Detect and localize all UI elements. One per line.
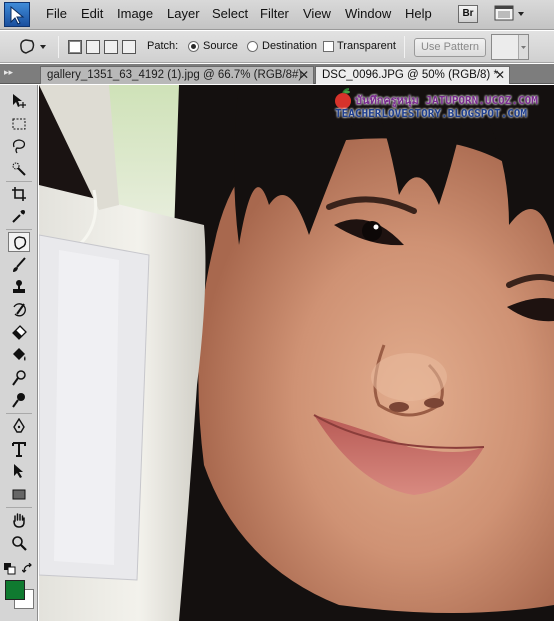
source-label: Source: [203, 40, 238, 52]
quick-selection-tool-icon: [12, 162, 26, 176]
collapse-panel-icon[interactable]: ▸▸: [4, 67, 13, 78]
tab-label: DSC_0096.JPG @ 50% (RGB/8) *: [322, 69, 498, 81]
brush-tool[interactable]: [8, 255, 30, 275]
tools-panel: [0, 85, 38, 621]
path-selection-tool-icon: [14, 464, 23, 478]
document-canvas[interactable]: บันทึกครูหนุ่ม JATUPORN.UCOZ.COM TEACHER…: [39, 85, 554, 621]
history-brush-tool[interactable]: [8, 300, 30, 320]
zoom-tool[interactable]: [8, 533, 30, 553]
close-icon[interactable]: ✕: [299, 67, 309, 83]
use-pattern-button[interactable]: Use Pattern: [414, 38, 486, 57]
lasso-tool[interactable]: [8, 136, 30, 156]
menu-image[interactable]: Image: [117, 6, 153, 21]
hand-tool-icon: [13, 513, 25, 528]
move-tool[interactable]: [8, 91, 30, 111]
patch-tool[interactable]: [8, 232, 30, 252]
menu-edit[interactable]: Edit: [81, 6, 103, 21]
brush-tool-icon: [13, 257, 26, 272]
destination-radio[interactable]: [247, 41, 258, 52]
menu-select[interactable]: Select: [212, 6, 248, 21]
options-divider: [58, 36, 59, 58]
type-tool-icon: [12, 442, 26, 457]
transparent-checkbox[interactable]: [323, 41, 334, 52]
sponge-tool-icon: [12, 393, 25, 408]
pen-tool-icon: [13, 418, 25, 433]
chevron-down-icon: [518, 35, 528, 59]
rectangle-tool[interactable]: [8, 484, 30, 504]
hand-tool[interactable]: [8, 510, 30, 530]
marquee-tool[interactable]: [8, 114, 30, 134]
sponge-tool[interactable]: [8, 390, 30, 410]
menu-view[interactable]: View: [303, 6, 331, 21]
quick-selection-tool[interactable]: [8, 159, 30, 179]
lasso-tool-icon: [12, 139, 26, 154]
paint-bucket-tool[interactable]: [8, 345, 30, 365]
tool-separator: [6, 413, 32, 414]
tab-gallery-document[interactable]: gallery_1351_63_4192 (1).jpg @ 66.7% (RG…: [40, 66, 314, 84]
path-selection-tool[interactable]: [8, 461, 30, 481]
document-tab-bar: ▸▸ gallery_1351_63_4192 (1).jpg @ 66.7% …: [0, 64, 554, 84]
watermark: บันทึกครูหนุ่ม JATUPORN.UCOZ.COM TEACHER…: [331, 85, 546, 125]
new-selection-button[interactable]: [68, 40, 82, 54]
default-colors-icon[interactable]: [4, 563, 16, 578]
dodge-tool[interactable]: [8, 368, 30, 388]
tool-separator: [6, 181, 32, 182]
arrow-cursor-icon: [10, 6, 25, 25]
bridge-button[interactable]: Br: [458, 5, 478, 23]
clone-stamp-tool-icon: [13, 280, 25, 293]
patch-tool-icon: [14, 236, 27, 250]
pattern-picker[interactable]: [491, 34, 529, 60]
options-divider: [404, 36, 405, 58]
screen-mode-button[interactable]: [494, 4, 528, 24]
crop-tool-icon: [12, 187, 26, 201]
marquee-tool-icon: [12, 118, 26, 130]
tool-preset-picker[interactable]: [18, 37, 48, 60]
menu-bar: File Edit Image Layer Select Filter View…: [0, 0, 554, 30]
menu-layer[interactable]: Layer: [167, 6, 200, 21]
eraser-tool[interactable]: [8, 322, 30, 342]
close-icon[interactable]: ✕: [495, 67, 505, 83]
tool-separator: [6, 507, 32, 508]
menu-file[interactable]: File: [46, 6, 67, 21]
move-tool-icon: [13, 94, 26, 108]
options-bar: Patch: Source Destination Transparent Us…: [0, 31, 554, 63]
crop-tool[interactable]: [8, 184, 30, 204]
dodge-tool-icon: [12, 370, 26, 386]
tool-separator: [6, 229, 32, 230]
eyedropper-tool[interactable]: [8, 206, 30, 226]
rectangle-tool-icon: [12, 489, 26, 500]
eraser-tool-icon: [12, 325, 27, 340]
patch-label: Patch:: [147, 40, 179, 52]
add-to-selection-button[interactable]: [86, 40, 100, 54]
subtract-from-selection-button[interactable]: [104, 40, 118, 54]
menu-window[interactable]: Window: [345, 6, 391, 21]
screen-mode-icon: [494, 5, 524, 21]
menu-help[interactable]: Help: [405, 6, 432, 21]
tab-label: gallery_1351_63_4192 (1).jpg @ 66.7% (RG…: [47, 69, 303, 81]
photoshop-logo-icon[interactable]: [4, 2, 30, 27]
swap-colors-icon[interactable]: [21, 562, 34, 578]
source-radio[interactable]: [188, 41, 199, 52]
menu-filter[interactable]: Filter: [260, 6, 289, 21]
zoom-tool-icon: [12, 536, 27, 551]
intersect-selection-button[interactable]: [122, 40, 136, 54]
pen-tool[interactable]: [8, 416, 30, 436]
watermark-line-2: TEACHERLOVESTORY.BLOGSPOT.COM: [335, 107, 528, 120]
clone-stamp-tool[interactable]: [8, 277, 30, 297]
tab-dsc-document[interactable]: DSC_0096.JPG @ 50% (RGB/8) * ✕: [315, 66, 510, 84]
paint-bucket-tool-icon: [13, 348, 26, 361]
destination-label: Destination: [262, 40, 318, 52]
type-tool[interactable]: [8, 439, 30, 459]
history-brush-tool-icon: [13, 303, 26, 317]
foreground-color-swatch[interactable]: [5, 580, 25, 600]
photo-image: [39, 85, 554, 621]
transparent-label: Transparent: [337, 40, 396, 52]
patch-tool-preset-icon: [20, 39, 46, 54]
eyedropper-tool-icon: [12, 210, 25, 223]
